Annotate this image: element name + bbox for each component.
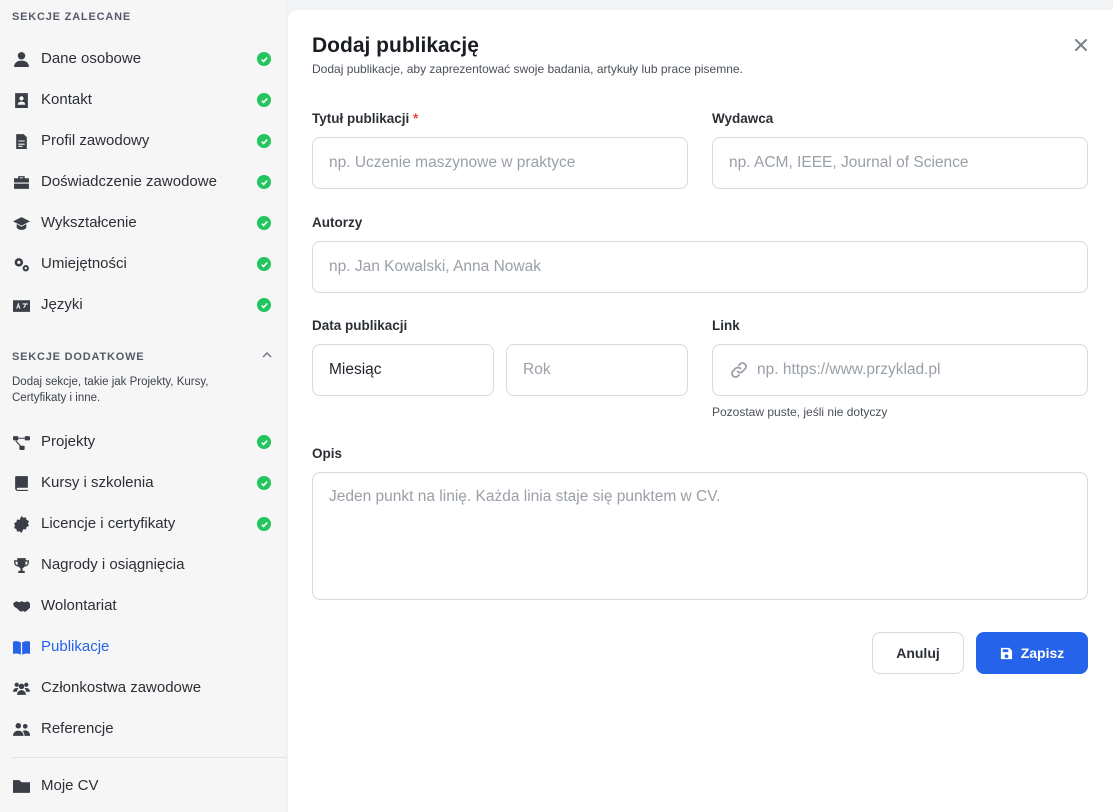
publisher-input[interactable]: np. ACM, IEEE, Journal of Science <box>712 137 1088 189</box>
sidebar-item-label: Członkostwa zawodowe <box>41 679 202 696</box>
sidebar-item-label: Projekty <box>41 433 96 450</box>
sidebar: SEKCJE ZALECANE Dane osobowe Kontakt Pro… <box>0 0 287 812</box>
sidebar-item-contact[interactable]: Kontakt <box>0 79 287 120</box>
sidebar-item-label: Kontakt <box>41 91 92 108</box>
sidebar-item-label: Nagrody i osiągnięcia <box>41 556 185 573</box>
sidebar-item-label: Referencje <box>41 720 114 737</box>
sidebar-item-label: Dane osobowe <box>41 50 142 67</box>
link-input[interactable]: np. https://www.przyklad.pl <box>712 344 1088 396</box>
sidebar-item-label: Wolontariat <box>41 597 117 614</box>
check-icon <box>257 52 271 66</box>
publisher-field-label: Wydawca <box>712 111 774 126</box>
contact-card-icon <box>12 91 30 109</box>
save-button[interactable]: Zapisz <box>976 632 1088 674</box>
sidebar-item-licenses[interactable]: Licencje i certyfikaty <box>0 503 287 544</box>
authors-field-label: Autorzy <box>312 215 363 230</box>
required-mark: * <box>413 111 419 126</box>
document-icon <box>12 132 30 150</box>
user-icon <box>12 50 30 68</box>
authors-input[interactable]: np. Jan Kowalski, Anna Nowak <box>312 241 1088 293</box>
check-icon <box>257 175 271 189</box>
book-icon <box>12 474 30 492</box>
trophy-icon <box>12 556 30 574</box>
sidebar-item-references[interactable]: Referencje <box>0 708 287 749</box>
sidebar-item-languages[interactable]: Języki <box>0 284 287 325</box>
sidebar-item-personal-data[interactable]: Dane osobowe <box>0 38 287 79</box>
sidebar-item-label: Doświadczenie zawodowe <box>41 173 217 190</box>
add-publication-dialog: Dodaj publikację Dodaj publikacje, aby z… <box>288 10 1113 812</box>
sidebar-item-label: Licencje i certyfikaty <box>41 515 176 532</box>
year-input[interactable]: Rok <box>506 344 688 396</box>
sidebar-item-label: Moje CV <box>41 777 99 794</box>
close-icon[interactable] <box>1072 36 1090 54</box>
sidebar-item-label: Publikacje <box>41 638 110 655</box>
link-field-label: Link <box>712 318 740 333</box>
sidebar-item-label: Umiejętności <box>41 255 127 272</box>
graduation-cap-icon <box>12 214 30 232</box>
open-book-icon <box>12 638 30 656</box>
description-textarea[interactable]: Jeden punkt na linię. Każda linia staje … <box>312 472 1088 600</box>
people-icon <box>12 720 30 738</box>
dialog-subtitle: Dodaj publikacje, aby zaprezentować swoj… <box>312 62 743 76</box>
cancel-button[interactable]: Anuluj <box>872 632 964 674</box>
sidebar-item-skills[interactable]: Umiejętności <box>0 243 287 284</box>
recommended-sections-header: SEKCJE ZALECANE <box>12 11 131 23</box>
check-icon <box>257 517 271 531</box>
sidebar-item-memberships[interactable]: Członkostwa zawodowe <box>0 667 287 708</box>
sidebar-item-label: Języki <box>41 296 83 313</box>
sidebar-item-professional-profile[interactable]: Profil zawodowy <box>0 120 287 161</box>
month-select[interactable]: Miesiąc <box>312 344 494 396</box>
description-field-label: Opis <box>312 446 343 461</box>
sidebar-item-education[interactable]: Wykształcenie <box>0 202 287 243</box>
check-icon <box>257 93 271 107</box>
link-hint: Pozostaw puste, jeśli nie dotyczy <box>712 405 888 419</box>
gears-icon <box>12 255 30 273</box>
sidebar-item-label: Profil zawodowy <box>41 132 150 149</box>
language-icon <box>12 296 30 314</box>
sidebar-item-volunteering[interactable]: Wolontariat <box>0 585 287 626</box>
check-icon <box>257 216 271 230</box>
save-button-label: Zapisz <box>1020 645 1065 661</box>
sidebar-divider <box>12 757 286 758</box>
sidebar-item-label: Wykształcenie <box>41 214 137 231</box>
sidebar-item-my-cv[interactable]: Moje CV <box>0 765 287 806</box>
additional-sections-description: Dodaj sekcje, takie jak Projekty, Kursy,… <box>12 376 209 404</box>
handshake-icon <box>12 597 30 615</box>
briefcase-icon <box>12 173 30 191</box>
check-icon <box>257 257 271 271</box>
check-icon <box>257 435 271 449</box>
dialog-title: Dodaj publikację <box>312 34 479 57</box>
check-icon <box>257 134 271 148</box>
sidebar-item-awards[interactable]: Nagrody i osiągnięcia <box>0 544 287 585</box>
sidebar-item-label: Kursy i szkolenia <box>41 474 154 491</box>
title-field-label: Tytuł publikacji * <box>312 111 419 126</box>
sidebar-item-projects[interactable]: Projekty <box>0 421 287 462</box>
folder-icon <box>12 777 30 795</box>
additional-sections-header: SEKCJE DODATKOWE <box>12 351 145 363</box>
link-icon <box>731 362 747 378</box>
date-field-label: Data publikacji <box>312 318 408 333</box>
sidebar-item-publications[interactable]: Publikacje <box>0 626 287 667</box>
sidebar-item-work-experience[interactable]: Doświadczenie zawodowe <box>0 161 287 202</box>
save-icon <box>1000 647 1012 659</box>
certificate-icon <box>12 515 30 533</box>
project-diagram-icon <box>12 433 30 451</box>
publication-title-input[interactable]: np. Uczenie maszynowe w praktyce <box>312 137 688 189</box>
sidebar-item-courses[interactable]: Kursy i szkolenia <box>0 462 287 503</box>
check-icon <box>257 476 271 490</box>
check-icon <box>257 298 271 312</box>
chevron-up-icon[interactable] <box>260 348 274 362</box>
users-icon <box>12 679 30 697</box>
